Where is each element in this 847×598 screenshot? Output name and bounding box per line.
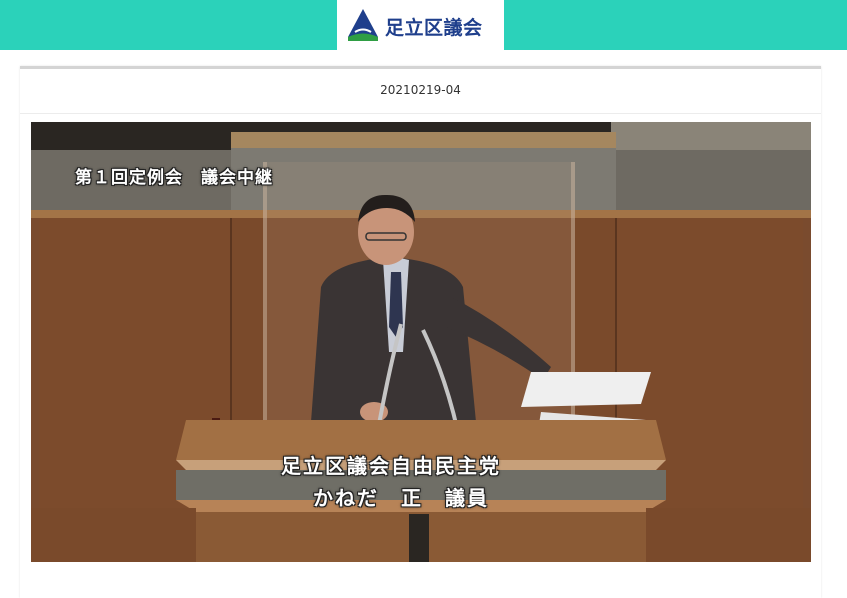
- divider: [20, 113, 821, 114]
- speaker-party-caption: 足立区議会自由民主党: [281, 454, 501, 478]
- video-player[interactable]: 第１回定例会 議会中継 足立区議会自由民主党 かねだ 正 議員: [31, 122, 811, 562]
- video-id-label: 20210219-04: [380, 83, 461, 97]
- header-bar: 足立区議会: [0, 0, 847, 50]
- site-logo[interactable]: 足立区議会: [337, 0, 504, 50]
- triangle-logo-icon: [348, 9, 378, 41]
- speaker-name-caption: かねだ 正 議員: [313, 486, 489, 510]
- broadcast-caption: 第１回定例会 議会中継: [75, 168, 273, 188]
- logo-text: 足立区議会: [385, 17, 483, 39]
